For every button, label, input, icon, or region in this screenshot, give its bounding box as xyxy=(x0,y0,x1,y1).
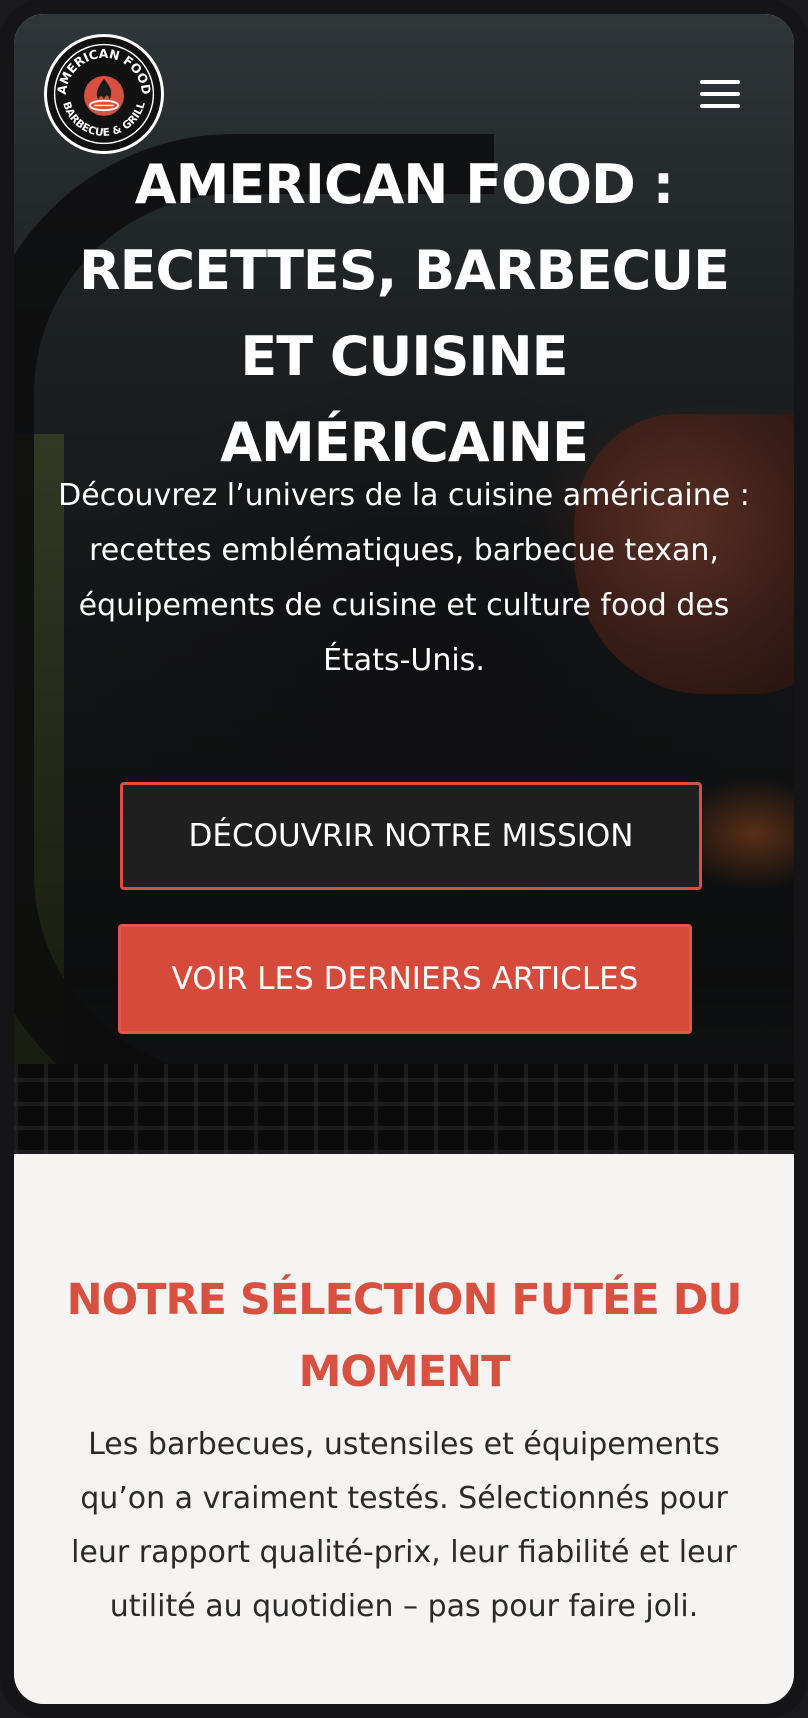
logo-emblem-icon: AMERICAN FOOD BARBECUE & GRILL xyxy=(53,43,155,145)
selection-title: Notre sélection futée du moment xyxy=(66,1275,743,1397)
device-frame: AMERICAN FOOD BARBECUE & GRILL American … xyxy=(0,0,808,1718)
hero-title: American Food : Recettes, Barbecue et Cu… xyxy=(79,153,730,474)
selection-section: Notre sélection futée du moment Les barb… xyxy=(14,1154,794,1704)
hero-section: AMERICAN FOOD BARBECUE & GRILL American … xyxy=(14,14,794,1154)
site-logo[interactable]: AMERICAN FOOD BARBECUE & GRILL xyxy=(44,34,164,154)
screen: AMERICAN FOOD BARBECUE & GRILL American … xyxy=(14,14,794,1704)
hamburger-menu-icon[interactable] xyxy=(696,76,742,112)
discover-mission-button[interactable]: Découvrir notre mission xyxy=(120,782,702,890)
selection-description: Les barbecues, ustensiles et équipements… xyxy=(71,1427,737,1624)
latest-articles-button[interactable]: Voir les derniers articles xyxy=(118,924,692,1034)
hero-description: Découvrez l’univers de la cuisine améric… xyxy=(58,478,750,678)
